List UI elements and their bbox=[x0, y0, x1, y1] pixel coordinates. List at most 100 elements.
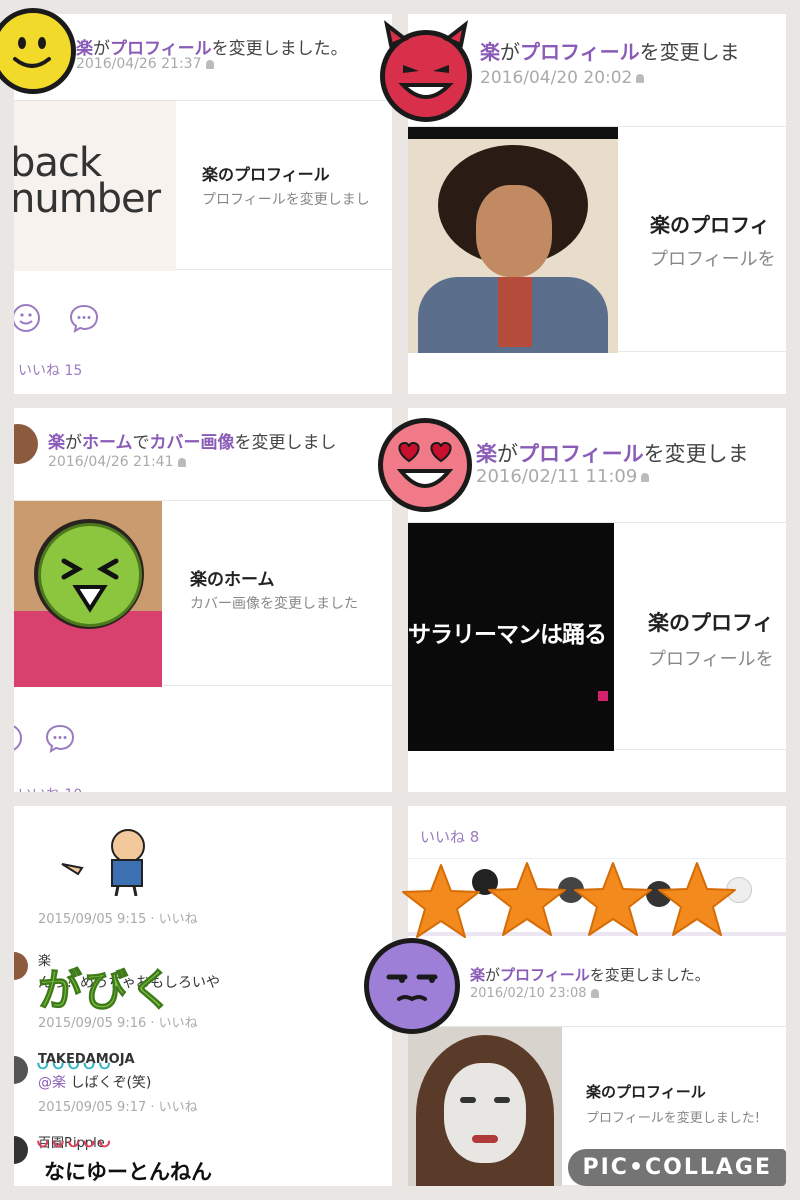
card-subtitle: プロフィールを変更しました! bbox=[586, 1111, 760, 1126]
privacy-icon bbox=[641, 472, 650, 482]
star-sticker bbox=[574, 862, 652, 936]
header-action: を変更しました。 bbox=[589, 966, 710, 984]
avatar[interactable] bbox=[14, 1136, 28, 1164]
star-sticker bbox=[488, 862, 566, 936]
comment-like-link[interactable]: いいね bbox=[159, 912, 198, 927]
user-name-link[interactable]: 楽 bbox=[48, 433, 65, 453]
privacy-icon bbox=[636, 73, 645, 83]
collage-panel-5: 2015/09/05 9:15 · いいね 楽 んっ？めっちゃおもしろいや がび… bbox=[14, 806, 392, 1186]
post-timestamp: 2016/04/20 20:02 bbox=[480, 68, 645, 88]
header-connector: が bbox=[485, 966, 501, 984]
link-card[interactable]: サラリーマンは踊る 楽のプロフィ プロフィールを bbox=[408, 522, 786, 751]
star-sticker bbox=[658, 862, 736, 936]
card-thumbnail bbox=[408, 127, 618, 353]
mention-link[interactable]: @楽 bbox=[38, 1075, 66, 1091]
comment-timestamp: 2015/09/05 9:17 · いいね bbox=[38, 1100, 198, 1115]
timestamp-text: 2016/02/11 11:09 bbox=[476, 466, 638, 487]
face bbox=[476, 185, 552, 277]
like-count[interactable]: いいね 15 bbox=[18, 360, 82, 380]
card-thumbnail bbox=[14, 501, 162, 687]
card-title: 楽のプロフィ bbox=[650, 213, 770, 237]
comment-icon[interactable] bbox=[68, 302, 100, 334]
card-thumbnail: サラリーマンは踊る bbox=[408, 523, 614, 751]
post-timestamp: 2016/04/26 21:37 bbox=[76, 56, 214, 72]
comment-icon[interactable] bbox=[44, 722, 76, 754]
header-action: を変更しま bbox=[643, 442, 749, 466]
header-connector: が bbox=[500, 40, 520, 64]
card-title: 楽のプロフィール bbox=[202, 165, 330, 184]
card-subtitle: カバー画像を変更しました bbox=[190, 596, 358, 612]
star-sticker bbox=[402, 864, 480, 938]
timestamp-text: 2016/04/20 20:02 bbox=[480, 68, 633, 88]
like-count[interactable]: いいね 8 bbox=[420, 826, 479, 847]
privacy-icon bbox=[177, 457, 186, 467]
comment-date-text: 2015/09/05 9:17 bbox=[38, 1100, 147, 1115]
post-header: 楽がプロフィールを変更しま bbox=[480, 36, 740, 65]
card-thumbnail bbox=[408, 1027, 562, 1186]
smug-face-sticker bbox=[364, 938, 460, 1034]
header-action: を変更しまし bbox=[234, 433, 337, 453]
profile-link[interactable]: プロフィール bbox=[520, 40, 640, 64]
profile-link[interactable]: プロフィール bbox=[518, 442, 644, 466]
post-header: 楽がプロフィールを変更しました。 bbox=[470, 964, 710, 985]
overlay-caption-text: なにゆーとんねん bbox=[44, 1160, 212, 1184]
user-name-link[interactable]: 楽 bbox=[480, 40, 500, 64]
comment-like-link[interactable]: いいね bbox=[159, 1016, 198, 1031]
comment-timestamp: 2015/09/05 9:15 · いいね bbox=[38, 912, 198, 927]
post-timestamp: 2016/04/26 21:41 bbox=[48, 454, 186, 470]
header-connector-2: で bbox=[132, 433, 150, 453]
home-link[interactable]: ホーム bbox=[82, 433, 133, 453]
devil-face-sticker bbox=[380, 20, 472, 122]
card-title: 楽のホーム bbox=[190, 570, 275, 590]
post-header: 楽がホームでカバー画像を変更しまし bbox=[48, 428, 337, 453]
like-count[interactable]: いいね 10 bbox=[18, 784, 82, 792]
avatar[interactable] bbox=[14, 952, 28, 980]
comment-like-link[interactable]: いいね bbox=[159, 1100, 198, 1115]
avatar[interactable] bbox=[14, 1056, 28, 1084]
card-subtitle: プロフィールを bbox=[650, 249, 776, 270]
link-card[interactable]: 楽のホーム カバー画像を変更しました bbox=[14, 500, 392, 687]
post-timestamp: 2016/02/11 11:09 bbox=[476, 466, 650, 487]
card-subtitle: プロフィールを bbox=[648, 649, 774, 670]
link-card[interactable]: 楽のプロフィ プロフィールを bbox=[408, 126, 786, 353]
card-title: 楽のプロフィ bbox=[648, 611, 774, 635]
link-card[interactable]: back number 楽のプロフィール プロフィールを変更しまし bbox=[14, 100, 392, 271]
band-logo: back number bbox=[14, 143, 161, 222]
pink-doodle-decoration: ᴗᴗᴗᴗᴗ bbox=[36, 1128, 114, 1153]
header-connector: が bbox=[497, 442, 518, 466]
smiley-face-sticker bbox=[0, 8, 76, 94]
smile-reaction-icon[interactable] bbox=[14, 302, 42, 334]
smile-reaction-icon[interactable] bbox=[14, 722, 24, 754]
cover-image-link[interactable]: カバー画像 bbox=[150, 433, 235, 453]
comment-text: しばくぞ(笑) bbox=[70, 1075, 152, 1091]
privacy-icon bbox=[205, 59, 214, 69]
card-subtitle: プロフィールを変更しまし bbox=[202, 192, 370, 208]
header-connector: が bbox=[65, 433, 82, 453]
comment-date-text: 2015/09/05 9:16 bbox=[38, 1016, 147, 1031]
pic-collage-watermark: PIC•COLLAGE bbox=[568, 1149, 786, 1186]
user-name-link[interactable]: 楽 bbox=[476, 442, 497, 466]
comment-body: @楽 しばくぞ(笑) bbox=[38, 1072, 151, 1092]
squint-face-sticker bbox=[38, 523, 142, 627]
channel-mark bbox=[598, 691, 608, 701]
timestamp-text: 2016/04/26 21:37 bbox=[76, 56, 202, 72]
painted-face bbox=[444, 1063, 526, 1163]
avatar[interactable] bbox=[14, 424, 38, 464]
post-header: 楽がプロフィールを変更しま bbox=[476, 438, 749, 468]
header-action: を変更しま bbox=[639, 40, 740, 64]
comment-timestamp: 2015/09/05 9:16 · いいね bbox=[38, 1016, 198, 1031]
privacy-icon bbox=[590, 989, 599, 998]
header-action: を変更しました。 bbox=[211, 39, 348, 59]
tie bbox=[498, 277, 532, 347]
collage-panel-3: 楽がホームでカバー画像を変更しまし 2016/04/26 21:41 楽のホーム… bbox=[14, 408, 392, 792]
comment-date-text: 2015/09/05 9:15 bbox=[38, 912, 147, 927]
heart-eyes-face-sticker bbox=[378, 418, 472, 512]
band-logo-line2: number bbox=[14, 176, 161, 222]
show-title-logo: サラリーマンは踊る bbox=[408, 622, 607, 648]
sticker-image bbox=[61, 829, 145, 896]
profile-link[interactable]: プロフィール bbox=[500, 966, 590, 984]
timestamp-text: 2016/02/10 23:08 bbox=[470, 986, 587, 1001]
user-name-link[interactable]: 楽 bbox=[470, 966, 485, 984]
card-thumbnail: back number bbox=[14, 101, 176, 271]
overlay-doodle-text: がびく bbox=[38, 965, 176, 1017]
